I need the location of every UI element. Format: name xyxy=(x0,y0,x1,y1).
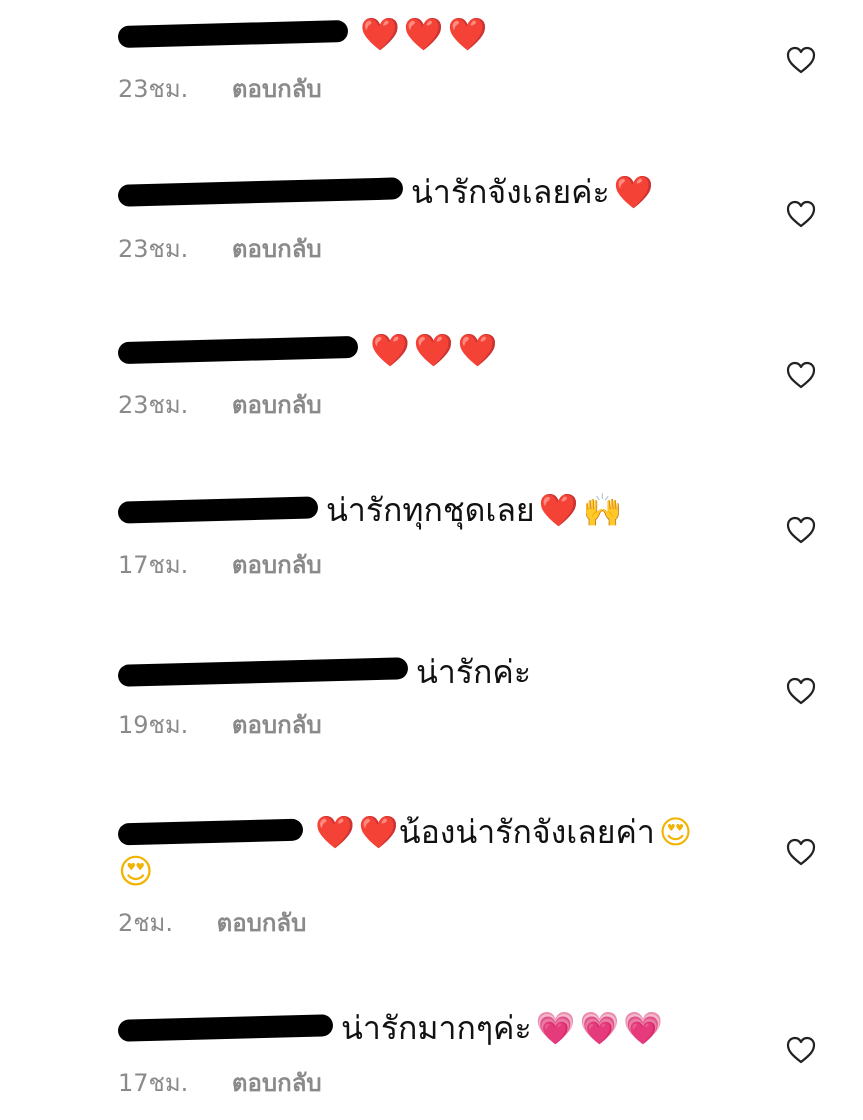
like-button[interactable] xyxy=(786,1036,816,1064)
heart-outline-icon xyxy=(786,361,816,389)
heart-outline-icon xyxy=(786,200,816,228)
comment-time: 2ชม. xyxy=(118,909,174,937)
heart-emoji: ❤️ xyxy=(370,331,410,369)
comment-meta: 23ชม. ตอบกลับ xyxy=(118,390,322,420)
comment-body: น่ารักค่ะ xyxy=(117,652,531,692)
comment-body: ❤️ ❤️ ❤️ xyxy=(117,330,498,370)
heart-outline-icon xyxy=(786,838,816,866)
heart-emoji: ❤️ xyxy=(457,331,498,369)
comment-time: 17ชม. xyxy=(118,551,189,579)
comment-body: ❤️ ❤️ ❤️ xyxy=(117,14,488,54)
heart-emoji: ❤️ xyxy=(613,173,654,211)
comment-body: น่ารักมากๆค่ะ 💗 💗 💗 xyxy=(117,1008,664,1048)
comment-meta: 23ชม. ตอบกลับ xyxy=(118,234,322,264)
redacted-username xyxy=(117,335,359,365)
comment-body: น่ารักทุกชุดเลย ❤️ 🙌 xyxy=(117,490,623,530)
like-button[interactable] xyxy=(786,361,816,389)
like-button[interactable] xyxy=(786,200,816,228)
heart-outline-icon xyxy=(786,1036,816,1064)
reply-button[interactable]: ตอบกลับ xyxy=(217,908,307,938)
like-button[interactable] xyxy=(786,46,816,74)
raised-hands-emoji: 🙌 xyxy=(582,491,623,529)
pink-heart-emoji: 💗 xyxy=(535,1009,576,1047)
comment-text: น่ารักมากๆค่ะ xyxy=(341,1009,532,1047)
comment-meta: 17ชม. ตอบกลับ xyxy=(118,1068,322,1098)
heart-emoji: ❤️ xyxy=(538,491,579,529)
like-button[interactable] xyxy=(786,677,816,705)
redacted-username xyxy=(117,177,404,207)
comment-text: น้องน่ารักจังเลยค่า xyxy=(398,813,655,851)
redacted-username xyxy=(117,818,304,846)
reply-button[interactable]: ตอบกลับ xyxy=(232,234,322,264)
comment-body: ❤️ ❤️ น้องน่ารักจังเลยค่า 😍 xyxy=(117,812,693,852)
reply-button[interactable]: ตอบกลับ xyxy=(232,1068,322,1098)
heart-emoji: ❤️ xyxy=(403,15,444,53)
comment-meta: 2ชม. ตอบกลับ xyxy=(118,908,306,938)
comment-time: 17ชม. xyxy=(118,1069,189,1097)
comment-time: 23ชม. xyxy=(118,235,189,263)
heart-emoji: ❤️ xyxy=(360,15,400,53)
redacted-username xyxy=(117,657,409,687)
heart-outline-icon xyxy=(786,677,816,705)
comment-meta: 17ชม. ตอบกลับ xyxy=(118,550,322,580)
pink-heart-emoji: 💗 xyxy=(579,1009,620,1047)
comment-text: น่ารักค่ะ xyxy=(416,653,531,691)
comment-text: น่ารักจังเลยค่ะ xyxy=(411,173,610,211)
comment-body: น่ารักจังเลยค่ะ ❤️ xyxy=(117,172,654,212)
heart-emoji: ❤️ xyxy=(358,813,399,851)
redacted-username xyxy=(117,19,349,49)
heart-emoji: ❤️ xyxy=(447,15,488,53)
like-button[interactable] xyxy=(786,516,816,544)
comment-meta: 19ชม. ตอบกลับ xyxy=(118,710,322,740)
heart-outline-icon xyxy=(786,516,816,544)
reply-button[interactable]: ตอบกลับ xyxy=(232,74,322,104)
comment-time: 19ชม. xyxy=(118,711,189,739)
comment-time: 23ชม. xyxy=(118,391,189,419)
heart-eyes-emoji: 😍 xyxy=(118,852,154,892)
reply-button[interactable]: ตอบกลับ xyxy=(232,710,322,740)
like-button[interactable] xyxy=(786,838,816,866)
heart-outline-icon xyxy=(786,46,816,74)
comment-meta: 23ชม. ตอบกลับ xyxy=(118,74,322,104)
pink-heart-emoji: 💗 xyxy=(623,1009,664,1047)
reply-button[interactable]: ตอบกลับ xyxy=(232,550,322,580)
heart-emoji: ❤️ xyxy=(315,813,355,851)
comment-time: 23ชม. xyxy=(118,75,189,103)
redacted-username xyxy=(117,1014,334,1042)
comment-text: น่ารักทุกชุดเลย xyxy=(326,491,535,529)
heart-eyes-emoji: 😍 xyxy=(658,813,693,851)
heart-emoji: ❤️ xyxy=(413,331,454,369)
reply-button[interactable]: ตอบกลับ xyxy=(232,390,322,420)
redacted-username xyxy=(117,496,319,524)
